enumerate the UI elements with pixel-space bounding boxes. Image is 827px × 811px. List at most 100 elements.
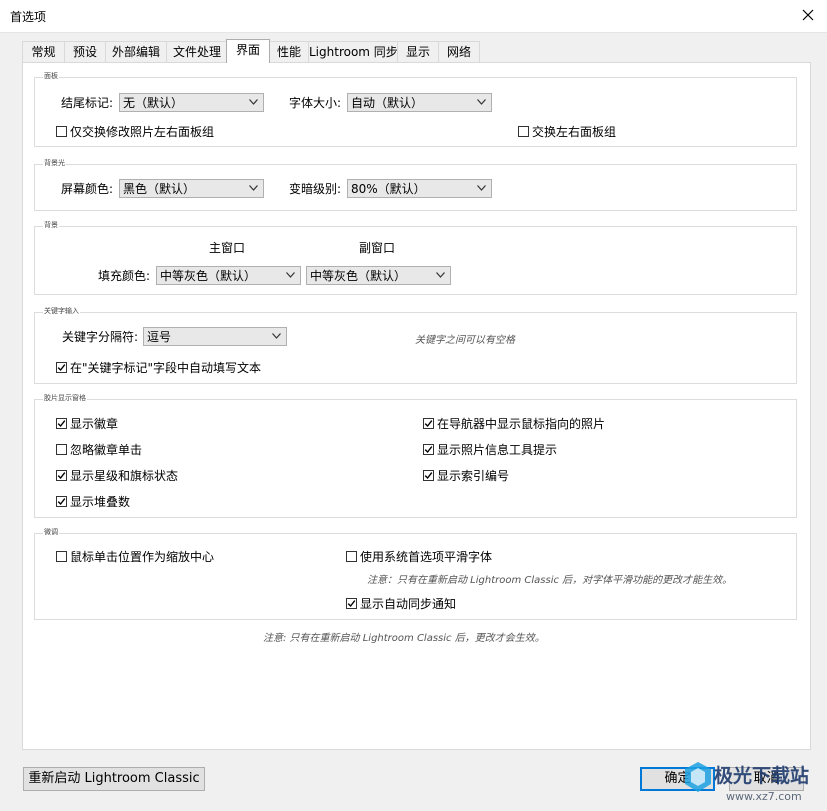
checkmark-icon <box>57 471 66 479</box>
swap-panels-checkbox[interactable]: 交换左右面板组 <box>518 123 616 139</box>
dim-level-label: 变暗级别: <box>289 182 342 196</box>
checkmark-icon <box>57 363 66 371</box>
checkbox-box <box>56 125 67 137</box>
show-index-number-checkbox[interactable]: 显示索引编号 <box>423 467 509 483</box>
restart-note: 注意: 只有在重新启动 Lightroom Classic 后，更改才会生效。 <box>263 633 545 644</box>
keyword-separator-select[interactable]: 逗号 <box>143 327 287 346</box>
watermark-logo <box>682 760 714 796</box>
tab-display[interactable]: 显示 <box>397 41 439 62</box>
chevron-down-icon <box>249 99 258 105</box>
tab-external-editing[interactable]: 外部编辑 <box>105 41 167 62</box>
checkbox-box <box>56 443 67 455</box>
screen-color-label: 屏幕颜色: <box>61 182 114 196</box>
checkbox-box <box>346 597 357 609</box>
show-sync-notifications-checkbox[interactable]: 显示自动同步通知 <box>346 595 456 611</box>
main-fill-color-select[interactable]: 中等灰色（默认） <box>156 266 301 285</box>
keyword-separator-value: 逗号 <box>147 330 172 344</box>
checkbox-box <box>56 550 67 562</box>
end-marks-label: 结尾标记: <box>61 96 114 110</box>
keyword-spaces-note: 关键字之间可以有空格 <box>415 335 515 346</box>
checkbox-box <box>346 550 357 562</box>
show-info-tooltips-label: 显示照片信息工具提示 <box>437 442 558 457</box>
checkmark-icon <box>57 419 66 427</box>
ignore-badge-clicks-label: 忽略徽章单击 <box>70 442 143 457</box>
background-group: 背景 主窗口 副窗口 填充颜色: 中等灰色（默认） 中等灰色（默认） <box>34 220 797 295</box>
end-marks-select[interactable]: 无（默认） <box>119 93 264 112</box>
tweaks-group: 微调 鼠标单击位置作为缩放中心 使用系统首选项平滑字体 注意：只有在重新启动 L… <box>34 527 797 620</box>
show-photos-in-navigator-checkbox[interactable]: 在导航器中显示鼠标指向的照片 <box>423 415 605 431</box>
dim-level-select[interactable]: 80%（默认） <box>347 179 492 198</box>
panels-group-title: 面板 <box>43 71 59 81</box>
lights-out-group-title: 背景光 <box>43 158 66 168</box>
show-badges-label: 显示徽章 <box>70 416 119 431</box>
end-marks-value: 无（默认） <box>123 96 184 110</box>
swap-modify-panels-checkbox[interactable]: 仅交换修改照片左右面板组 <box>56 123 214 139</box>
zoom-clicked-point-checkbox[interactable]: 鼠标单击位置作为缩放中心 <box>56 548 214 564</box>
chevron-down-icon <box>272 333 281 339</box>
show-info-tooltips-checkbox[interactable]: 显示照片信息工具提示 <box>423 441 557 457</box>
chevron-down-icon <box>477 99 486 105</box>
tab-interface[interactable]: 界面 <box>226 39 270 63</box>
use-system-smoothing-checkbox[interactable]: 使用系统首选项平滑字体 <box>346 548 492 564</box>
checkmark-icon <box>424 419 433 427</box>
checkmark-icon <box>424 445 433 453</box>
keyword-entry-group: 关键字输入 关键字分隔符: 逗号 关键字之间可以有空格 在"关键字标记"字段中自… <box>34 306 797 384</box>
tab-presets[interactable]: 预设 <box>64 41 106 62</box>
checkbox-box <box>423 417 434 429</box>
checkbox-box <box>56 417 67 429</box>
font-size-select[interactable]: 自动（默认） <box>347 93 492 112</box>
show-sync-notifications-label: 显示自动同步通知 <box>360 596 457 611</box>
font-size-value: 自动（默认） <box>351 96 424 110</box>
panels-group: 面板 结尾标记: 无（默认） 字体大小: 自动（默认） 仅交换修改照片左右面板组… <box>34 71 797 147</box>
secondary-fill-color-select[interactable]: 中等灰色（默认） <box>306 266 451 285</box>
window-title: 首选项 <box>10 10 47 24</box>
checkbox-box <box>56 495 67 507</box>
tab-general[interactable]: 常规 <box>22 41 65 62</box>
tab-lightroom-sync[interactable]: Lightroom 同步 <box>308 41 398 62</box>
tab-performance[interactable]: 性能 <box>269 41 309 62</box>
dim-level-value: 80%（默认） <box>351 182 426 196</box>
keyword-separator-label: 关键字分隔符: <box>62 330 139 344</box>
chevron-down-icon <box>249 185 258 191</box>
restart-lightroom-button[interactable]: 重新启动 Lightroom Classic <box>23 767 205 791</box>
screen-color-value: 黑色（默认） <box>123 182 196 196</box>
show-stack-counts-checkbox[interactable]: 显示堆叠数 <box>56 493 130 509</box>
show-badges-checkbox[interactable]: 显示徽章 <box>56 415 118 431</box>
ignore-badge-clicks-checkbox[interactable]: 忽略徽章单击 <box>56 441 142 457</box>
tab-file-handling[interactable]: 文件处理 <box>166 41 228 62</box>
checkbox-box <box>423 469 434 481</box>
tab-network[interactable]: 网络 <box>438 41 480 62</box>
secondary-window-label: 副窗口 <box>359 241 396 255</box>
checkbox-box <box>518 125 529 137</box>
watermark-url: www.xz7.com <box>726 790 802 803</box>
close-button[interactable] <box>793 2 823 28</box>
keyword-autofill-checkbox[interactable]: 在"关键字标记"字段中自动填写文本 <box>56 359 261 375</box>
chevron-down-icon <box>436 272 445 278</box>
keyword-entry-group-title: 关键字输入 <box>43 306 80 316</box>
main-window-label: 主窗口 <box>209 241 246 255</box>
chevron-down-icon <box>286 272 295 278</box>
tweaks-group-title: 微调 <box>43 527 59 537</box>
checkbox-box <box>56 361 67 373</box>
show-index-number-label: 显示索引编号 <box>437 468 510 483</box>
main-fill-color-value: 中等灰色（默认） <box>160 269 257 283</box>
use-system-smoothing-label: 使用系统首选项平滑字体 <box>360 549 493 564</box>
swap-panels-label: 交换左右面板组 <box>532 124 617 139</box>
show-photos-in-navigator-label: 在导航器中显示鼠标指向的照片 <box>437 416 606 431</box>
show-ratings-picks-checkbox[interactable]: 显示星级和旗标状态 <box>56 467 178 483</box>
show-ratings-picks-label: 显示星级和旗标状态 <box>70 468 179 483</box>
checkmark-icon <box>57 497 66 505</box>
swap-modify-panels-label: 仅交换修改照片左右面板组 <box>70 124 215 139</box>
keyword-autofill-label: 在"关键字标记"字段中自动填写文本 <box>70 360 262 375</box>
close-icon <box>802 9 814 21</box>
show-stack-counts-label: 显示堆叠数 <box>70 494 131 509</box>
font-smoothing-note: 注意：只有在重新启动 Lightroom Classic 后，对字体平滑功能的更… <box>367 575 733 586</box>
checkbox-box <box>56 469 67 481</box>
secondary-fill-color-value: 中等灰色（默认） <box>310 269 407 283</box>
font-size-label: 字体大小: <box>289 96 342 110</box>
title-bar <box>0 0 827 33</box>
screen-color-select[interactable]: 黑色（默认） <box>119 179 264 198</box>
fill-color-label: 填充颜色: <box>98 269 151 283</box>
watermark-text: 极光下载站 <box>714 765 810 787</box>
checkmark-icon <box>424 471 433 479</box>
